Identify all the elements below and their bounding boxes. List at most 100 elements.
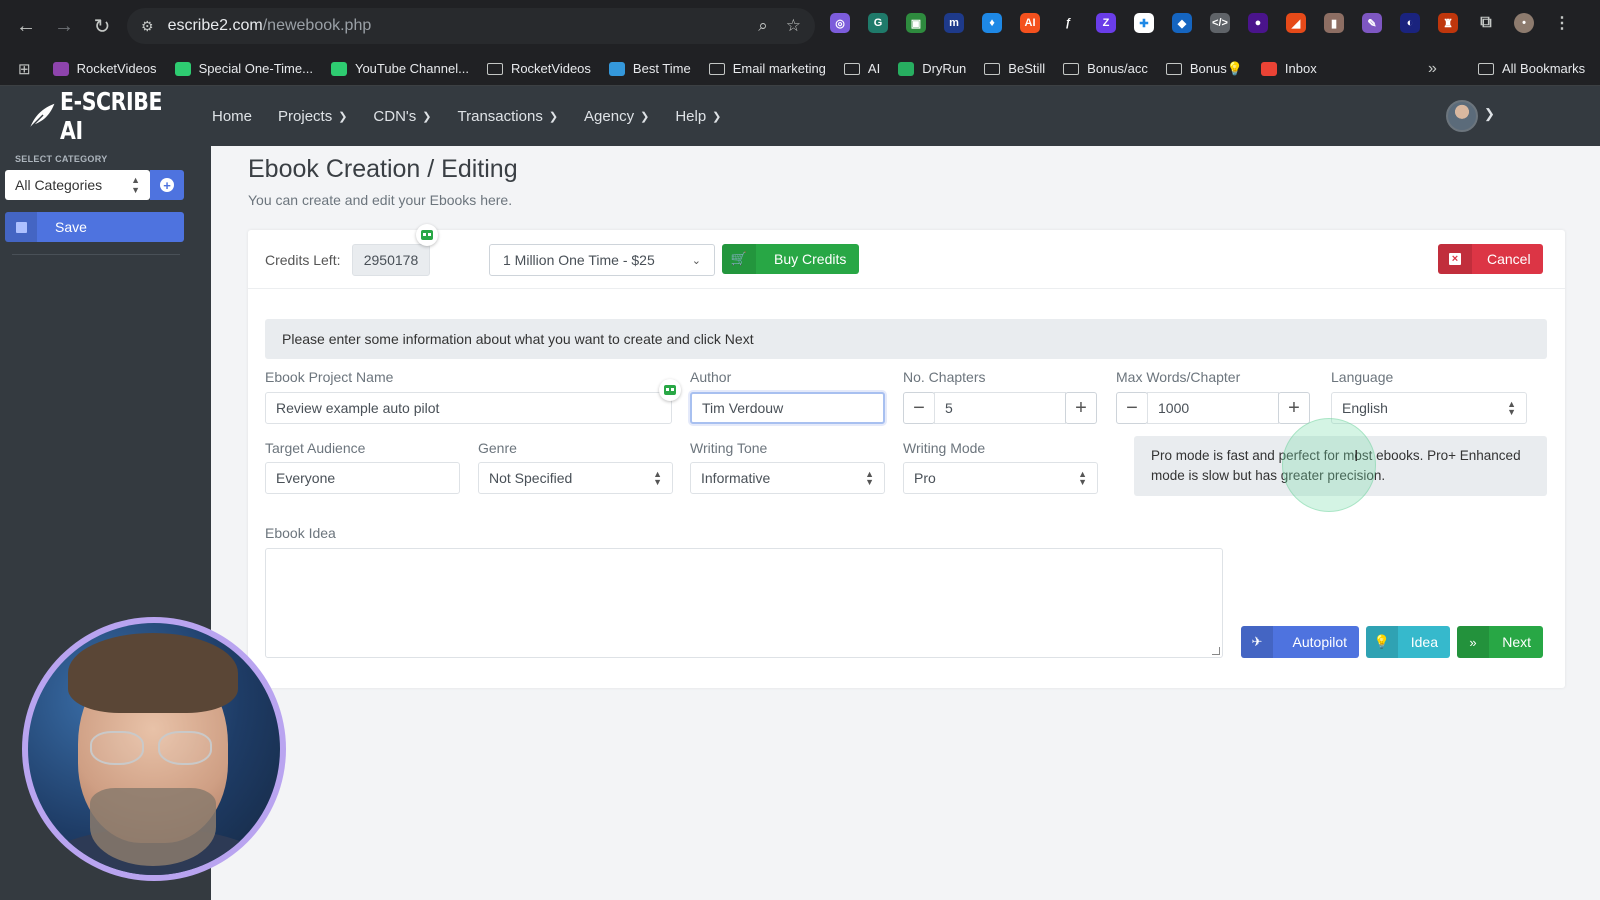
cancel-button[interactable]: × Cancel <box>1438 244 1543 274</box>
extension-icon[interactable]: AI <box>1020 13 1040 33</box>
category-select[interactable]: All Categories ▲ ▼ <box>5 170 150 200</box>
bookmark-link[interactable]: RocketVideos <box>52 61 157 76</box>
max-words-increment-button[interactable]: + <box>1278 392 1310 424</box>
extension-icon[interactable]: ▮ <box>1324 13 1344 33</box>
ebook-idea-textarea[interactable] <box>265 548 1223 658</box>
chapters-increment-button[interactable]: + <box>1065 392 1097 424</box>
zoom-icon[interactable]: ⌕ <box>758 16 768 36</box>
bookmarks-overflow-icon[interactable]: » <box>1428 60 1437 78</box>
nav-projects[interactable]: Projects ❯ <box>278 108 347 125</box>
extension-icon[interactable]: ● <box>1248 13 1268 33</box>
idea-button[interactable]: 💡 Idea <box>1366 626 1450 658</box>
bookmark-folder[interactable]: Email marketing <box>708 61 826 76</box>
chevron-right-icon: ❯ <box>712 110 722 123</box>
mode-select[interactable]: Pro ▲ ▼ <box>903 462 1098 494</box>
tone-select[interactable]: Informative ▲ ▼ <box>690 462 885 494</box>
extension-icon[interactable]: ♜ <box>1438 13 1458 33</box>
forward-arrow-icon[interactable]: → <box>46 8 82 44</box>
author-label: Author <box>690 369 732 385</box>
nav-agency[interactable]: Agency ❯ <box>584 108 649 125</box>
extension-icon[interactable]: ◎ <box>830 13 850 33</box>
extension-icon[interactable]: ◆ <box>1172 13 1192 33</box>
browser-menu-icon[interactable]: ⋮ <box>1552 13 1572 33</box>
add-category-button[interactable]: + <box>150 170 184 200</box>
next-button[interactable]: » Next <box>1457 626 1543 658</box>
site-settings-icon[interactable]: ⚙ <box>141 18 154 35</box>
tone-label: Writing Tone <box>690 440 768 456</box>
bookmark-folder[interactable]: BeStill <box>984 61 1045 76</box>
text-cursor-icon: I <box>1354 448 1359 465</box>
extension-icon[interactable]: ◐ <box>1400 13 1420 33</box>
all-bookmarks-folder[interactable]: All Bookmarks <box>1478 61 1585 76</box>
author-input[interactable]: Tim Verdouw <box>690 392 885 424</box>
extension-icon[interactable]: ◢ <box>1286 13 1306 33</box>
nav-transactions[interactable]: Transactions ❯ <box>458 108 559 125</box>
nav-home[interactable]: Home <box>212 108 252 125</box>
select-arrows-icon: ▲ ▼ <box>131 175 140 195</box>
chevron-right-icon[interactable]: ❯ <box>1484 106 1495 122</box>
chapters-decrement-button[interactable]: − <box>903 392 935 424</box>
extension-icon[interactable]: ♦ <box>982 13 1002 33</box>
bookmark-link[interactable]: Inbox <box>1260 61 1317 76</box>
bookmark-folder[interactable]: Bonus/acc <box>1063 61 1148 76</box>
language-label: Language <box>1331 369 1394 385</box>
extension-icon[interactable]: ✚ <box>1134 13 1154 33</box>
max-words-decrement-button[interactable]: − <box>1116 392 1148 424</box>
floppy-disk-icon <box>15 221 27 233</box>
bookmark-folder[interactable]: RocketVideos <box>486 61 591 76</box>
url-text[interactable]: escribe2.com/newebook.php <box>168 17 372 35</box>
extension-icon[interactable]: G <box>868 13 888 33</box>
extensions-puzzle-icon[interactable]: ⧉ <box>1476 13 1496 33</box>
folder-icon <box>1478 62 1494 75</box>
favicon-icon <box>1260 61 1277 76</box>
reload-icon[interactable]: ↻ <box>84 8 120 44</box>
audience-input[interactable]: Everyone <box>265 462 460 494</box>
divider <box>12 254 180 255</box>
user-avatar[interactable] <box>1446 100 1478 132</box>
credit-package-select[interactable]: 1 Million One Time - $25 ⌄ <box>489 244 715 276</box>
close-box-icon: × <box>1449 253 1461 265</box>
extension-icon[interactable]: ✎ <box>1362 13 1382 33</box>
genre-select[interactable]: Not Specified ▲ ▼ <box>478 462 673 494</box>
chevron-right-icon: ❯ <box>640 110 650 123</box>
robot-icon <box>416 224 438 246</box>
robot-icon[interactable] <box>659 379 681 401</box>
apps-grid-icon[interactable]: ⊞ <box>18 60 31 78</box>
idea-label: Ebook Idea <box>265 525 336 541</box>
extension-icon[interactable]: ƒ <box>1058 13 1078 33</box>
nav-cdns[interactable]: CDN's ❯ <box>373 108 431 125</box>
credits-value: 2950178 <box>352 244 430 276</box>
extension-icon[interactable]: Z <box>1096 13 1116 33</box>
select-arrows-icon: ▲ ▼ <box>1507 398 1516 417</box>
save-button[interactable]: Save <box>5 212 184 242</box>
nav-help[interactable]: Help ❯ <box>675 108 721 125</box>
bookmark-folder[interactable]: AI <box>843 61 880 76</box>
mode-label: Writing Mode <box>903 440 986 456</box>
folder-icon <box>1063 62 1080 75</box>
back-arrow-icon[interactable]: ← <box>8 8 44 44</box>
extension-icon[interactable]: m <box>944 13 964 33</box>
presenter-video <box>28 623 280 875</box>
extension-icon[interactable]: </> <box>1210 13 1230 33</box>
project-name-input[interactable]: Review example auto pilot <box>265 392 672 424</box>
bookmark-link[interactable]: DryRun <box>898 61 966 76</box>
favicon-icon <box>898 61 915 76</box>
bookmark-link[interactable]: YouTube Channel... <box>330 61 469 76</box>
max-words-label: Max Words/Chapter <box>1116 369 1241 385</box>
max-words-input[interactable]: 1000 <box>1147 392 1279 424</box>
profile-avatar[interactable]: • <box>1514 13 1534 33</box>
resize-handle-icon[interactable] <box>1212 647 1220 655</box>
chapters-input[interactable]: 5 <box>934 392 1066 424</box>
logo[interactable]: E-SCRIBE AI <box>26 87 212 145</box>
bookmark-folder[interactable]: Bonus💡 <box>1165 61 1243 77</box>
extension-icon[interactable]: ▣ <box>906 13 926 33</box>
language-select[interactable]: English ▲ ▼ <box>1331 392 1527 424</box>
bookmark-link[interactable]: Special One-Time... <box>174 61 313 76</box>
address-bar[interactable]: ⚙ escribe2.com/newebook.php ⌕ ☆ <box>127 8 815 44</box>
chevron-right-icon: ❯ <box>422 110 432 123</box>
bookmark-star-icon[interactable]: ☆ <box>786 16 801 36</box>
audience-label: Target Audience <box>265 440 366 456</box>
buy-credits-button[interactable]: 🛒 Buy Credits <box>722 244 859 274</box>
bookmark-link[interactable]: Best Time <box>608 61 691 76</box>
autopilot-button[interactable]: ✈ Autopilot <box>1241 626 1359 658</box>
